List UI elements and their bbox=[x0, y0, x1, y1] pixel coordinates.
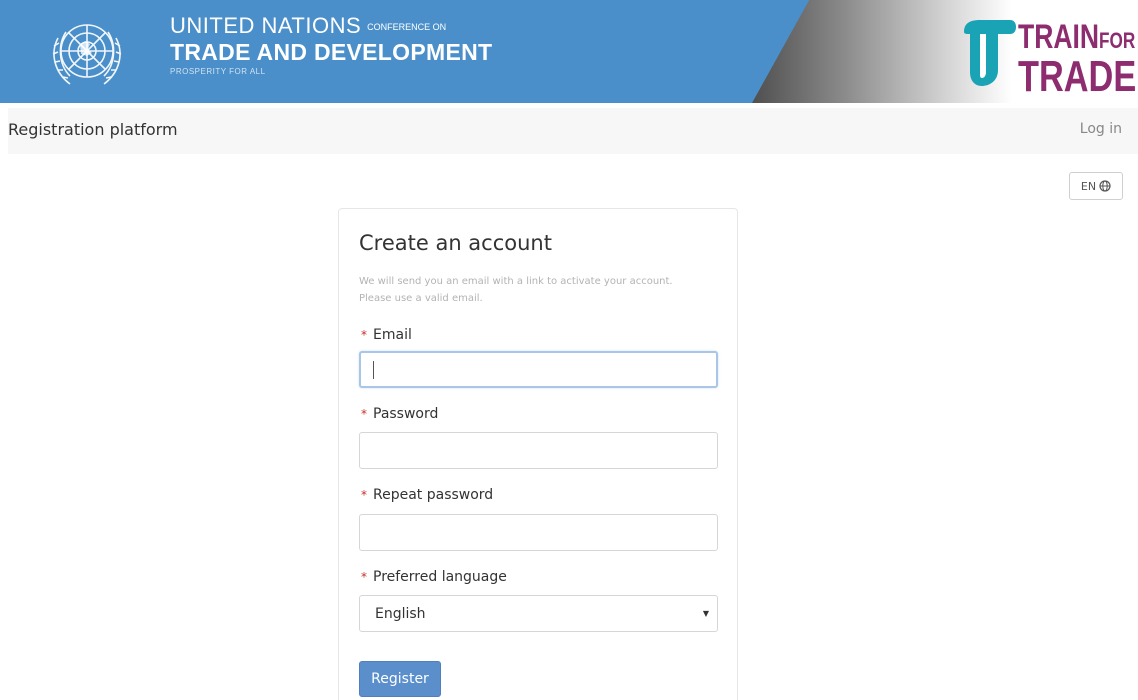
preferred-language-label-text: Preferred language bbox=[373, 569, 507, 585]
top-navbar: Registration platform Log in bbox=[8, 108, 1138, 154]
required-marker: * bbox=[361, 328, 367, 342]
train-for-trade-wordmark: TRAINFOR TRADE bbox=[1018, 20, 1137, 101]
un-name: UNITED NATIONS bbox=[170, 13, 362, 38]
password-label: * Password bbox=[361, 406, 438, 422]
email-label-text: Email bbox=[373, 327, 412, 343]
help-text: We will send you an email with a link to… bbox=[359, 273, 731, 307]
email-field[interactable] bbox=[359, 351, 718, 388]
required-marker: * bbox=[361, 488, 367, 502]
site-banner: UNITED NATIONS CONFERENCE ON TRADE AND DE… bbox=[0, 0, 1138, 103]
un-subtitle: TRADE AND DEVELOPMENT bbox=[170, 39, 493, 66]
un-tagline: PROSPERITY FOR ALL bbox=[170, 67, 266, 77]
help-line-1: We will send you an email with a link to… bbox=[359, 276, 673, 287]
un-conference-on: CONFERENCE ON bbox=[367, 22, 447, 33]
un-wordmark: UNITED NATIONS CONFERENCE ON TRADE AND DE… bbox=[170, 14, 492, 79]
email-label: * Email bbox=[361, 327, 412, 343]
required-marker: * bbox=[361, 407, 367, 421]
register-button[interactable]: Register bbox=[359, 661, 441, 697]
language-switch-button[interactable]: EN bbox=[1069, 172, 1123, 200]
login-link[interactable]: Log in bbox=[1080, 121, 1122, 137]
brand-link[interactable]: Registration platform bbox=[8, 120, 178, 139]
tft-train-text: TRAIN bbox=[1018, 18, 1100, 56]
preferred-language-select[interactable]: English ▼ bbox=[359, 595, 718, 632]
help-line-2: Please use a valid email. bbox=[359, 293, 483, 304]
un-emblem-icon bbox=[52, 24, 122, 85]
un-title-line: UNITED NATIONS CONFERENCE ON bbox=[170, 14, 492, 39]
repeat-password-label-text: Repeat password bbox=[373, 487, 494, 503]
repeat-password-field[interactable] bbox=[359, 514, 718, 551]
language-code: EN bbox=[1080, 179, 1097, 193]
password-label-text: Password bbox=[373, 406, 439, 422]
password-field[interactable] bbox=[359, 432, 718, 469]
tft-trade-text: TRADE bbox=[1018, 52, 1137, 101]
preferred-language-value: English bbox=[375, 606, 426, 622]
tft-for-text: FOR bbox=[1099, 28, 1136, 53]
preferred-language-label: * Preferred language bbox=[361, 569, 507, 585]
chevron-down-icon: ▼ bbox=[702, 609, 709, 618]
globe-icon bbox=[1099, 180, 1111, 192]
text-caret bbox=[373, 361, 374, 379]
create-account-panel: Create an account We will send you an em… bbox=[338, 208, 738, 700]
required-marker: * bbox=[361, 570, 367, 584]
repeat-password-label: * Repeat password bbox=[361, 487, 493, 503]
page-title: Create an account bbox=[359, 231, 552, 255]
train-for-trade-logo-icon bbox=[964, 20, 1016, 86]
